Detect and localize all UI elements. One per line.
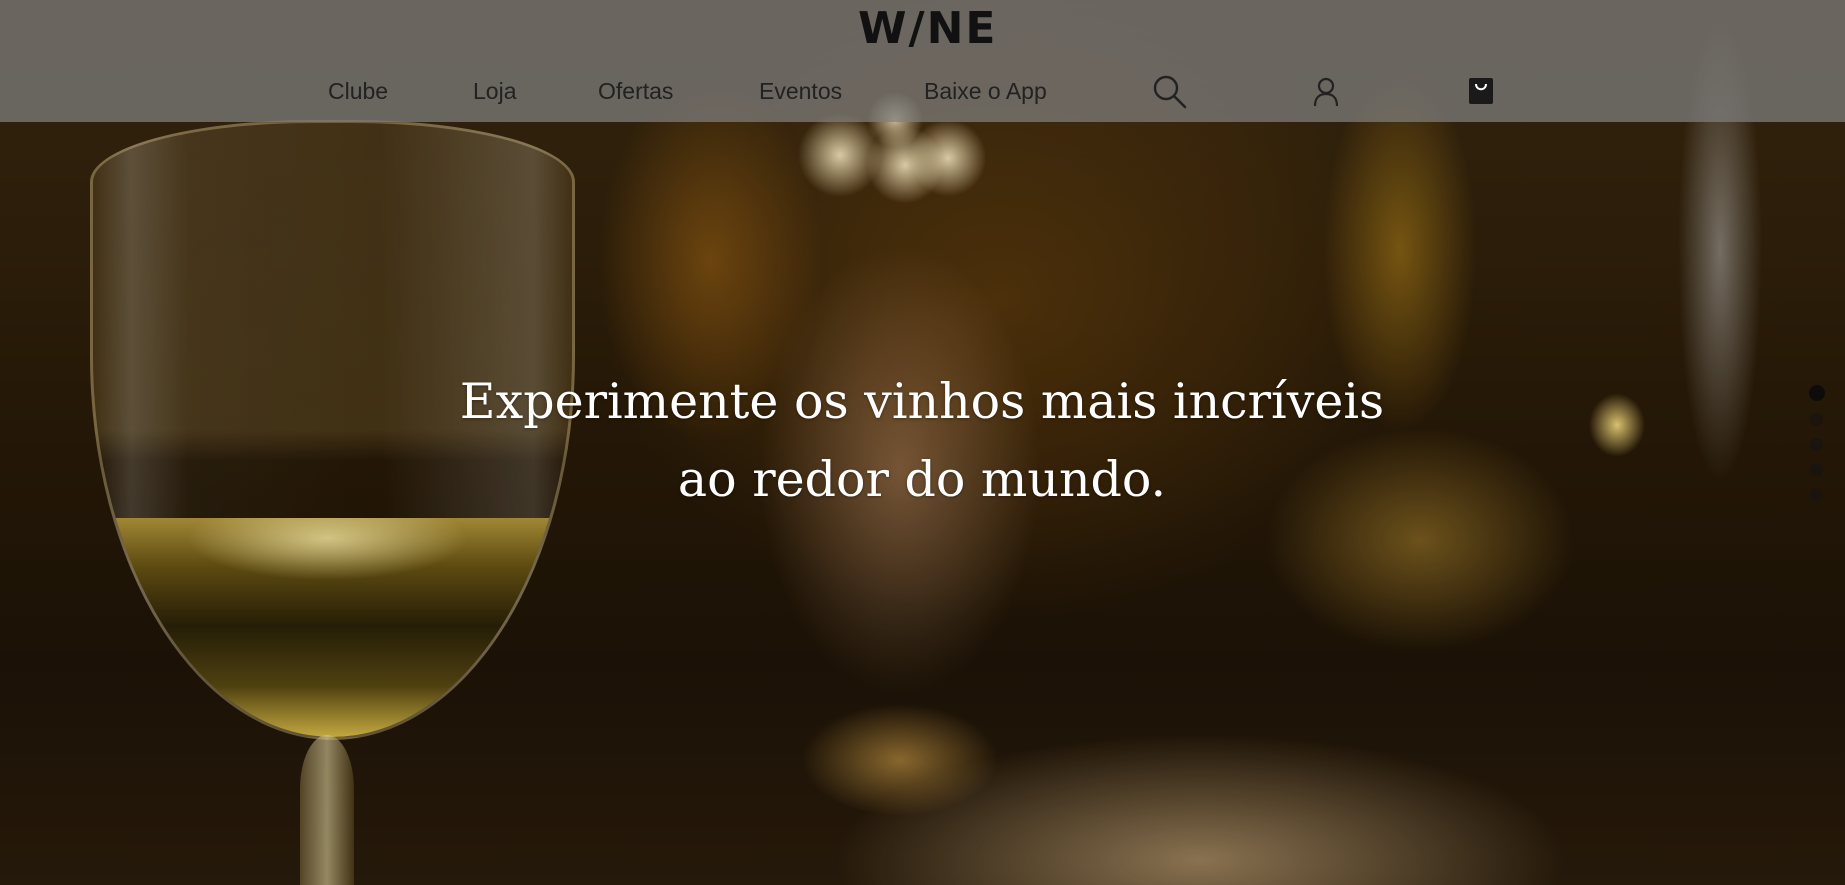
slider-dot-1[interactable] xyxy=(1809,385,1825,401)
nav-item-clube[interactable]: Clube xyxy=(328,74,388,108)
slider-dot-4[interactable] xyxy=(1810,463,1823,476)
search-icon[interactable] xyxy=(1152,74,1188,114)
user-icon[interactable] xyxy=(1313,77,1339,111)
hero-title-line-1: Experimente os vinhos mais incríveis xyxy=(459,373,1385,430)
home-page: W/NE Clube Loja Ofertas Eventos Baixe o … xyxy=(0,0,1845,885)
nav-item-eventos[interactable]: Eventos xyxy=(759,74,842,108)
shopping-bag-icon[interactable] xyxy=(1468,77,1494,109)
slider-dot-5[interactable] xyxy=(1810,488,1823,501)
wine-logo[interactable]: W/NE xyxy=(858,4,995,54)
nav-item-loja[interactable]: Loja xyxy=(473,74,516,108)
site-header: W/NE Clube Loja Ofertas Eventos Baixe o … xyxy=(0,0,1845,122)
slider-dot-3[interactable] xyxy=(1810,438,1823,451)
slider-dots xyxy=(1809,385,1825,513)
hero-title-line-2: ao redor do mundo. xyxy=(677,451,1167,508)
nav-item-ofertas[interactable]: Ofertas xyxy=(598,74,673,108)
main-nav: Clube Loja Ofertas Eventos Baixe o App xyxy=(0,74,1845,108)
hero-title: Experimente os vinhos mais incríveis ao … xyxy=(322,363,1522,519)
slider-dot-2[interactable] xyxy=(1810,413,1823,426)
nav-item-baixe-o-app[interactable]: Baixe o App xyxy=(924,74,1047,108)
